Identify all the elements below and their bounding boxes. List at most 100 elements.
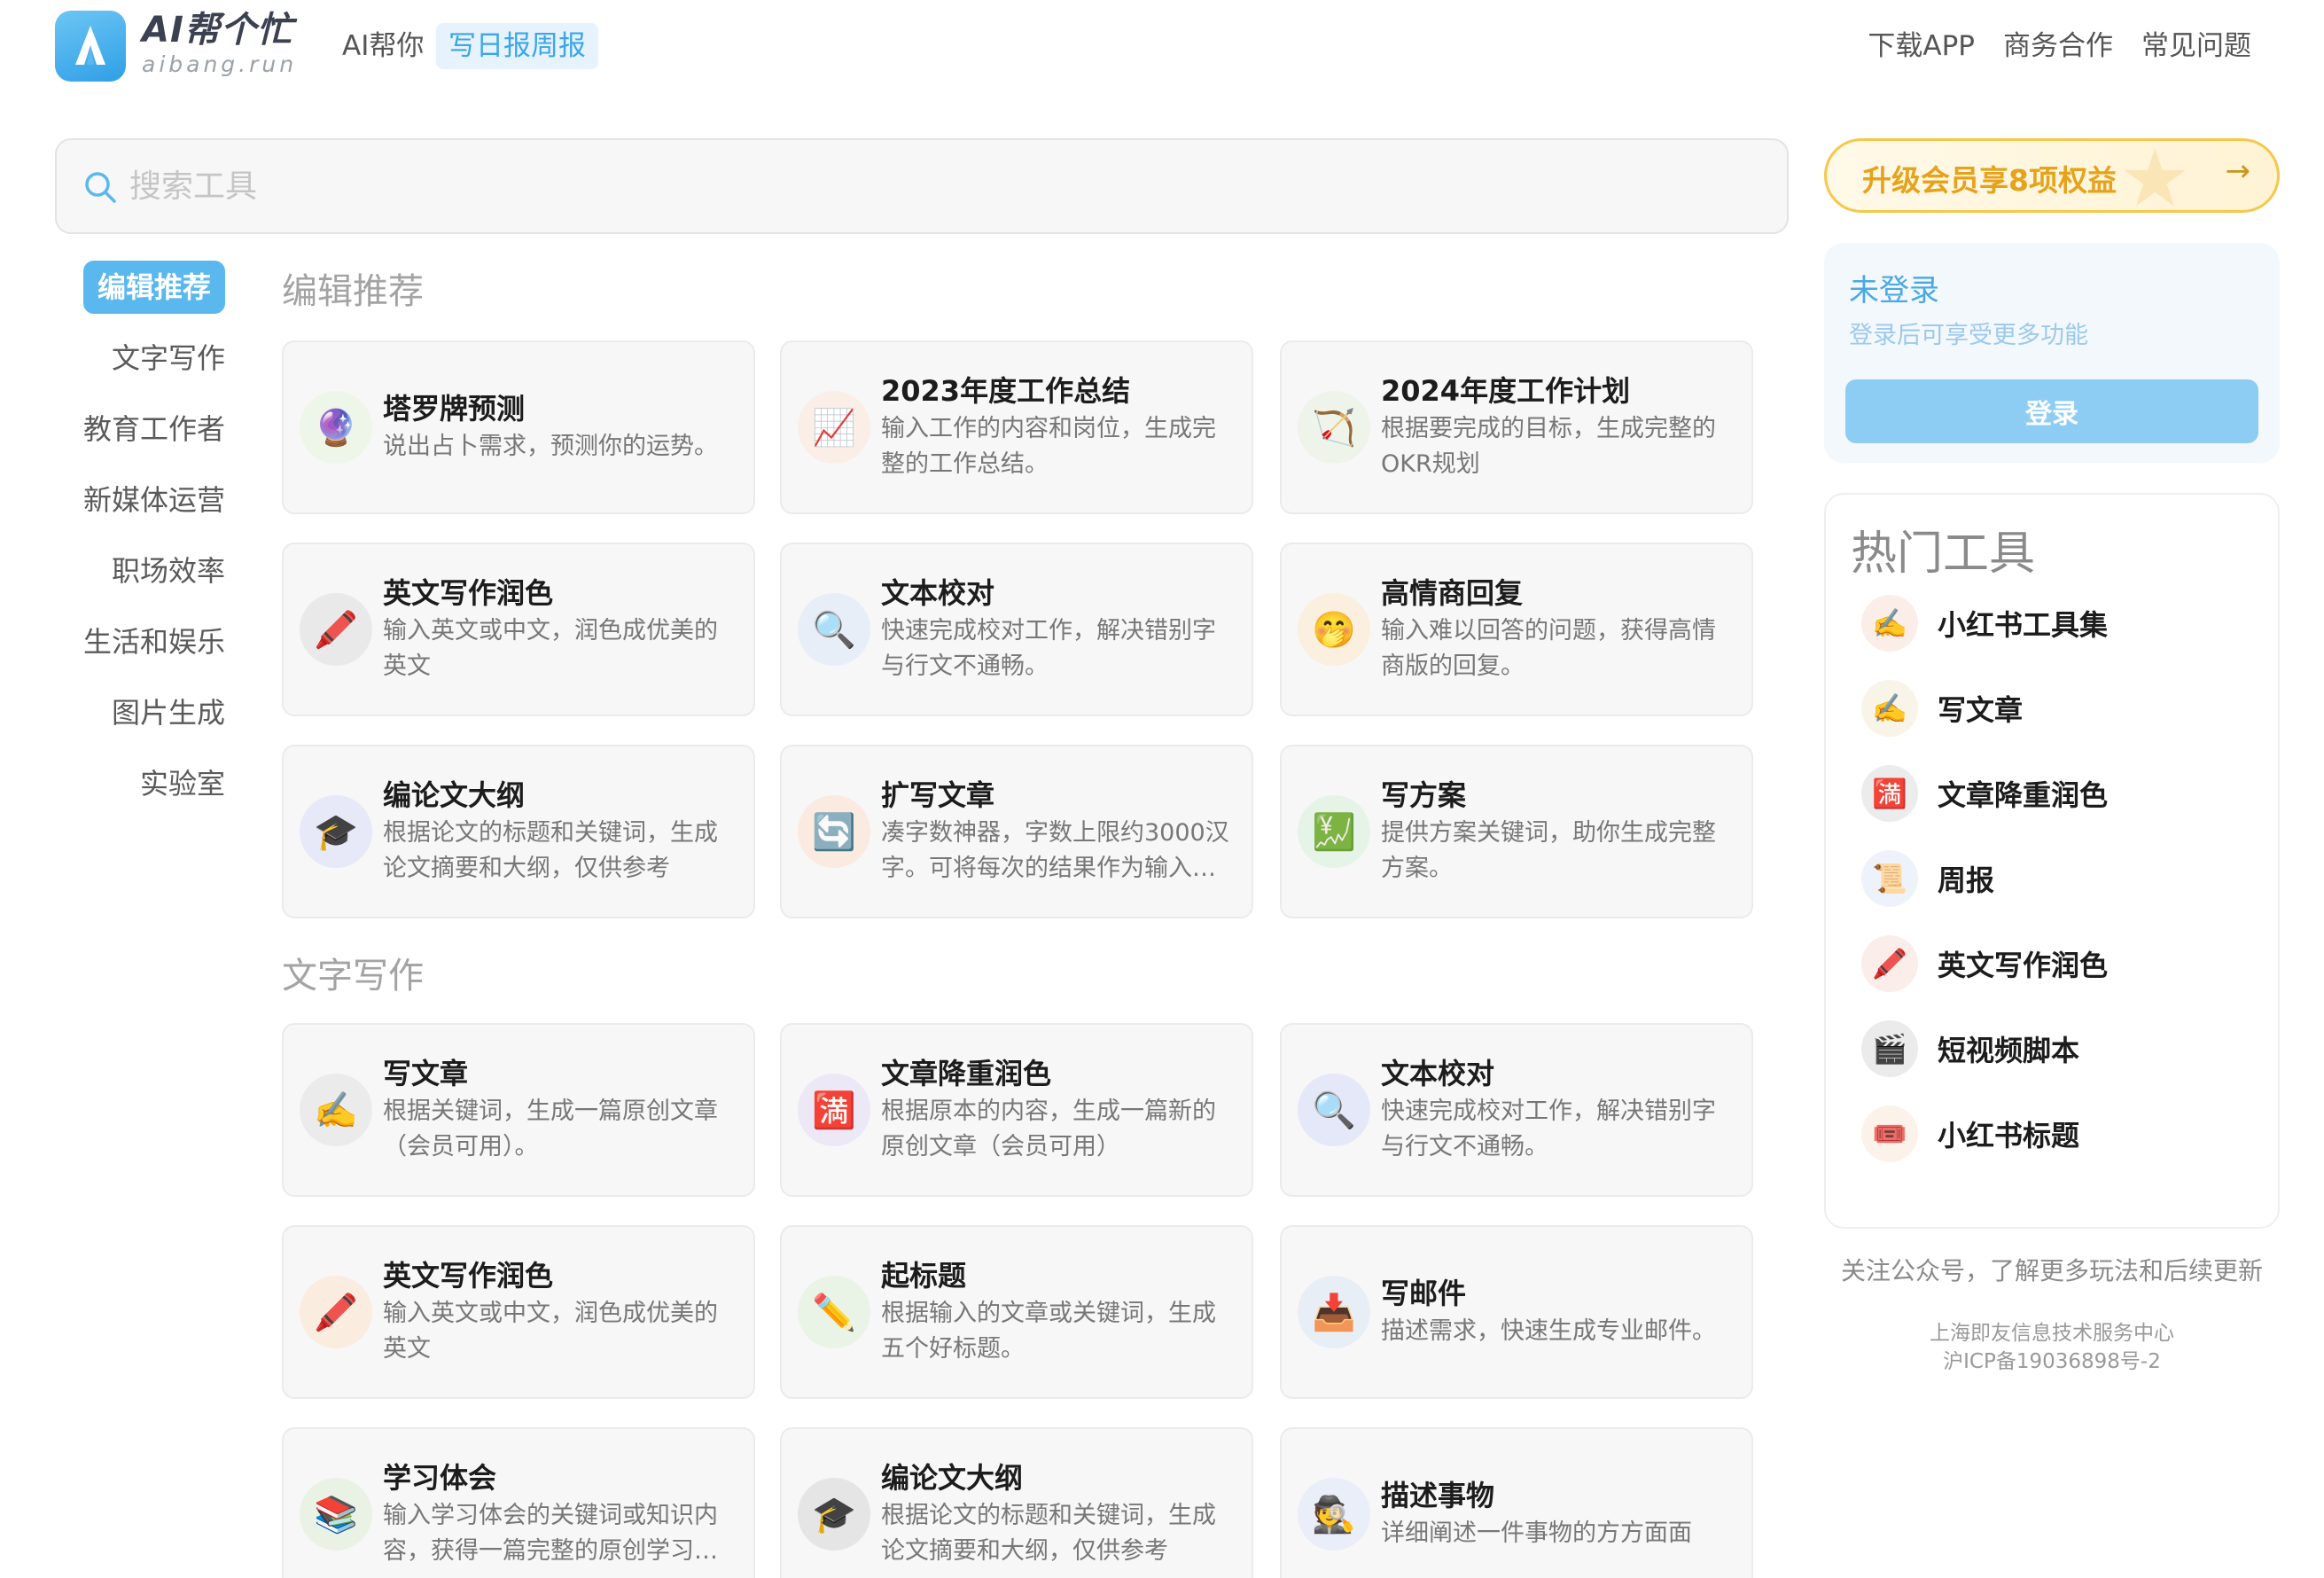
logo-icon[interactable]	[55, 11, 126, 82]
tool-card[interactable]: 🤭 高情商回复 输入难以回答的问题，获得高情商版的回复。	[1280, 543, 1753, 716]
nav-write-reports[interactable]: 写日报周报	[436, 23, 598, 69]
category-educators[interactable]: 教育工作者	[83, 402, 225, 456]
category-writing[interactable]: 文字写作	[112, 332, 225, 385]
tool-card-body: 描述事物 详细阐述一件事物的方方面面	[1381, 1477, 1732, 1551]
tool-card-desc: 输入工作的内容和岗位，生成完整的工作总结。	[881, 415, 1216, 478]
tool-card-body: 文本校对快速完成校对工作，解决错别字与行文不通畅。	[1381, 1055, 1732, 1165]
search-input[interactable]	[129, 140, 1760, 232]
vip-label: 升级会员享8项权益	[1862, 163, 2117, 198]
tool-card-title: 写文章	[383, 1057, 469, 1090]
tool-card-desc: 快速完成校对工作，解决错别字与行文不通畅。	[1381, 1098, 1716, 1160]
category-workplace[interactable]: 职场效率	[112, 544, 225, 598]
tool-card-body: 编论文大纲 根据论文的标题和关键词，生成论文摘要和大纲，仅供参考	[383, 777, 734, 887]
download-app-link[interactable]: 下载APP	[1868, 25, 1975, 67]
hot-tool-label: 小红书标题	[1938, 1119, 2080, 1152]
tool-card-body: 写文章 根据关键词，生成一篇原创文章（会员可用）。	[383, 1055, 734, 1165]
hot-tool-item[interactable]: ✍️ 写文章	[1861, 677, 2023, 739]
tool-card[interactable]: ✏️ 起标题 根据输入的文章或关键词，生成五个好标题。	[780, 1225, 1253, 1399]
tool-card[interactable]: 📥 写邮件 描述需求，快速生成专业邮件。	[1280, 1225, 1753, 1399]
tool-card[interactable]: 🔍 文本校对 快速完成校对工作，解决错别字与行文不通畅。	[780, 543, 1253, 716]
icp-number[interactable]: 沪ICP备19036898号-2	[1824, 1348, 2280, 1376]
hot-tool-item[interactable]: 🎟️ 小红书标题	[1861, 1103, 2079, 1165]
vip-upgrade-button[interactable]: ★ 升级会员享8项权益 →	[1824, 138, 2280, 213]
pencil-icon: 🖍️	[300, 593, 372, 666]
follow-hint: 关注公众号，了解更多玩法和后续更新	[1840, 1256, 2263, 1285]
tool-card-title: 文本校对	[1381, 1057, 1495, 1090]
clapper-icon: 🎬	[1861, 1020, 1918, 1077]
tool-card[interactable]: 🔮 塔罗牌预测 说出占卜需求，预测你的运势。	[282, 340, 755, 514]
star-decoration-icon: ★	[2119, 138, 2191, 213]
tool-card[interactable]: 🔄扩写文章凑字数神器，字数上限约3000汉字。可将每次的结果作为输入，继续扩写	[780, 745, 1253, 918]
section-title-editor-picks: 编辑推荐	[282, 271, 424, 312]
tool-card-desc: 说出占卜需求，预测你的运势。	[383, 433, 718, 460]
tool-card[interactable]: 🎓 编论文大纲 根据论文的标题和关键词，生成论文摘要和大纲，仅供参考	[282, 745, 755, 918]
tool-card-title: 写邮件	[1381, 1277, 1467, 1310]
tool-card-desc: 根据原本的内容，生成一篇新的原创文章（会员可用）	[881, 1098, 1216, 1160]
tool-card-title: 高情商回复	[1381, 576, 1524, 610]
business-link[interactable]: 商务合作	[2003, 25, 2113, 67]
tool-card[interactable]: 🖍️ 英文写作润色 输入英文或中文，润色成优美的英文	[282, 543, 755, 716]
logo-domain: aibang.run	[142, 51, 298, 77]
company-name: 上海即友信息技术服务中心	[1930, 1322, 2174, 1345]
faq-link[interactable]: 常见问题	[2141, 25, 2251, 67]
tool-card-desc: 输入英文或中文，润色成优美的英文	[383, 1300, 718, 1363]
arrow-right-icon: →	[2225, 153, 2251, 189]
crystal-ball-icon: 🔮	[300, 391, 372, 464]
tool-card[interactable]: 💹 写方案 提供方案关键词，助你生成完整方案。	[1280, 745, 1753, 918]
writing-hand-icon: ✍️	[1861, 595, 1918, 652]
search-icon	[85, 172, 116, 203]
smile-face-icon: 🤭	[1298, 593, 1370, 666]
tool-card[interactable]: 🔍 文本校对 快速完成校对工作，解决错别字与行文不通畅。	[1280, 1023, 1753, 1197]
top-header: AI帮个忙 aibang.run AI帮你 写日报周报 下载APP 商务合作 常…	[0, 0, 2324, 98]
category-image-gen[interactable]: 图片生成	[112, 686, 225, 739]
tool-card-body: 塔罗牌预测说出占卜需求，预测你的运势。	[383, 390, 734, 465]
tool-card[interactable]: 🖍️ 英文写作润色输入英文或中文，润色成优美的英文	[282, 1225, 755, 1399]
hot-tool-item[interactable]: 🖍️ 英文写作润色	[1861, 933, 2108, 995]
tool-card[interactable]: 📈 2023年度工作总结 输入工作的内容和岗位，生成完整的工作总结。	[780, 340, 1253, 514]
category-lab[interactable]: 实验室	[140, 757, 225, 810]
tool-card-title: 塔罗牌预测	[383, 392, 526, 426]
pencil-icon: ✏️	[798, 1276, 870, 1348]
tool-card-title: 编论文大纲	[383, 778, 526, 812]
hot-tool-item[interactable]: 🈵 文章降重润色	[1861, 762, 2108, 824]
tool-card-title: 描述事物	[1381, 1479, 1495, 1512]
tool-card[interactable]: 🎓 编论文大纲 根据论文的标题和关键词，生成论文摘要和大纲，仅供参考	[780, 1427, 1253, 1578]
tool-card-desc: 提供方案关键词，助你生成完整方案。	[1381, 819, 1716, 882]
tool-card-body: 文本校对 快速完成校对工作，解决错别字与行文不通畅。	[881, 574, 1232, 684]
tool-card-title: 2023年度工作总结	[881, 374, 1131, 408]
category-new-media[interactable]: 新媒体运营	[83, 473, 225, 527]
category-life[interactable]: 生活和娱乐	[83, 615, 225, 668]
hot-tool-item[interactable]: 📜 周报	[1861, 848, 1994, 910]
hot-tool-item[interactable]: 🎬 短视频脚本	[1861, 1018, 2079, 1080]
tool-card-desc: 根据要完成的目标，生成完整的OKR规划	[1381, 415, 1716, 478]
hot-tool-label: 周报	[1938, 863, 1995, 897]
search-bar[interactable]	[55, 138, 1789, 234]
tool-card-title: 英文写作润色	[383, 1259, 554, 1293]
tool-card[interactable]: ✍️ 写文章 根据关键词，生成一篇原创文章（会员可用）。	[282, 1023, 755, 1197]
tool-card-body: 写方案提供方案关键词，助你生成完整方案。	[1381, 777, 1732, 887]
pencil-icon: 🖍️	[300, 1276, 372, 1348]
tool-card[interactable]: 🕵️ 描述事物 详细阐述一件事物的方方面面	[1280, 1427, 1753, 1578]
tool-card-title: 编论文大纲	[881, 1461, 1024, 1495]
tool-card-title: 写方案	[1381, 778, 1467, 812]
tool-card[interactable]: 📚学习体会输入学习体会的关键词或知识内容，获得一篇完整的原创学习体会	[282, 1427, 755, 1578]
top-links: 下载APP 商务合作 常见问题	[1868, 25, 2251, 67]
tool-card-desc: 描述需求，快速生成专业邮件。	[1381, 1317, 1716, 1345]
tool-card-title: 扩写文章	[881, 778, 995, 812]
logo-text[interactable]: AI帮个忙 aibang.run	[142, 9, 297, 78]
login-button[interactable]: 登录	[1845, 379, 2258, 443]
tool-card-body: 英文写作润色 输入英文或中文，润色成优美的英文	[383, 574, 734, 684]
nav-ai-help[interactable]: AI帮你	[342, 25, 424, 67]
tool-card-desc: 根据输入的文章或关键词，生成五个好标题。	[881, 1300, 1216, 1363]
tool-card-body: 高情商回复 输入难以回答的问题，获得高情商版的回复。	[1381, 574, 1732, 684]
tool-card-title: 学习体会	[383, 1461, 497, 1495]
tool-card-title: 英文写作润色	[383, 576, 554, 610]
page: AI帮个忙 aibang.run AI帮你 写日报周报 下载APP 商务合作 常…	[0, 0, 2324, 1578]
bow-arrow-icon: 🏹	[1298, 391, 1370, 464]
magnifier-icon: 🔍	[798, 593, 870, 666]
tool-card[interactable]: 🈵 文章降重润色 根据原本的内容，生成一篇新的原创文章（会员可用）	[780, 1023, 1253, 1197]
category-editor-picks[interactable]: 编辑推荐	[82, 261, 225, 314]
hot-tool-label: 小红书工具集	[1938, 608, 2109, 642]
hot-tool-item[interactable]: ✍️ 小红书工具集	[1861, 592, 2108, 654]
tool-card[interactable]: 🏹 2024年度工作计划 根据要完成的目标，生成完整的OKR规划	[1280, 340, 1753, 514]
